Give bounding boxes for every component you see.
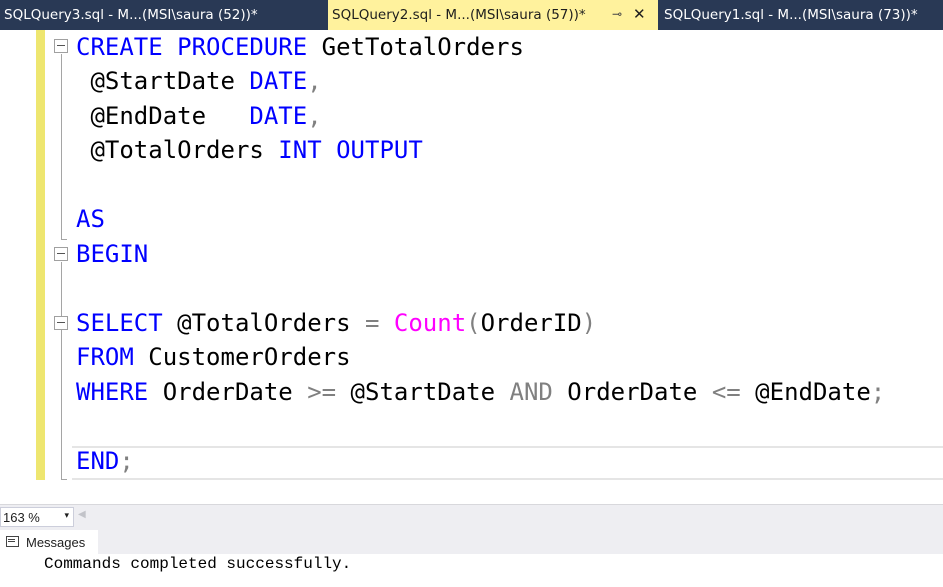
outline-end (61, 239, 67, 240)
operator: = (365, 309, 380, 337)
table-name: CustomerOrders (133, 343, 351, 371)
document-tab-strip: SQLQuery3.sql - M...(MSI\saura (52))* SQ… (0, 0, 943, 30)
keyword: AS (76, 205, 105, 233)
keyword: CREATE PROCEDURE (76, 33, 308, 61)
editor-margin (0, 30, 36, 504)
data-type: INT OUTPUT (278, 136, 423, 164)
parameter: @EndDate (76, 102, 250, 130)
column: OrderDate (148, 378, 308, 406)
semicolon: ; (119, 447, 134, 475)
code-line-13: END; (76, 444, 134, 478)
paren: ( (466, 309, 481, 337)
outline-end (61, 479, 67, 480)
query-editor[interactable]: CREATE PROCEDURE GetTotalOrders @StartDa… (0, 30, 943, 504)
semicolon: ; (870, 378, 886, 406)
collapse-select-icon[interactable] (54, 316, 68, 330)
tab-label: SQLQuery2.sql - M...(MSI\saura (57))* (332, 7, 586, 23)
tab-label: Messages (26, 534, 86, 550)
collapse-begin-icon[interactable] (54, 247, 68, 261)
parameter: @StartDate (76, 67, 250, 95)
comma: , (307, 67, 322, 95)
pin-icon[interactable]: ⊸ (612, 7, 622, 21)
code-line-2: @StartDate DATE, (76, 64, 322, 98)
operator: <= (711, 378, 741, 406)
code-line-11: WHERE OrderDate >= @StartDate AND OrderD… (76, 375, 885, 409)
keyword: WHERE (76, 378, 149, 406)
tab-sqlquery3[interactable]: SQLQuery3.sql - M...(MSI\saura (52))* (0, 0, 326, 30)
procedure-name: GetTotalOrders (307, 33, 524, 61)
change-tracking-bar (36, 30, 45, 480)
message-text: Commands completed successfully. (44, 555, 352, 573)
keyword: SELECT (76, 309, 163, 337)
zoom-dropdown[interactable]: 163 % ▾ (0, 507, 74, 527)
column: OrderID (480, 309, 582, 337)
messages-icon (6, 536, 20, 548)
parameter: @TotalOrders (76, 136, 279, 164)
code-line-9: SELECT @TotalOrders = Count(OrderID) (76, 306, 596, 340)
outline-line (61, 262, 62, 480)
keyword: FROM (76, 343, 134, 371)
variable: @EndDate (740, 378, 871, 406)
code-line-3: @EndDate DATE, (76, 99, 322, 133)
chevron-down-icon: ▾ (64, 510, 69, 520)
code-line-10: FROM CustomerOrders (76, 340, 351, 374)
variable: @StartDate (336, 378, 510, 406)
code-line-1: CREATE PROCEDURE GetTotalOrders (76, 30, 524, 64)
variable: @TotalOrders (162, 309, 365, 337)
scroll-left-icon[interactable]: ◀ (78, 509, 86, 520)
data-type: DATE (249, 102, 308, 130)
collapse-procedure-icon[interactable] (54, 39, 68, 53)
keyword: BEGIN (76, 240, 149, 268)
messages-pane[interactable]: Commands completed successfully. (0, 554, 943, 587)
results-tab-strip: Messages (0, 528, 943, 554)
tab-sqlquery1[interactable]: SQLQuery1.sql - M...(MSI\saura (73))* (660, 0, 943, 30)
tab-label: SQLQuery1.sql - M...(MSI\saura (73))* (664, 7, 918, 23)
code-line-4: @TotalOrders INT OUTPUT (76, 133, 423, 167)
outline-line (61, 54, 62, 240)
tab-messages[interactable]: Messages (0, 530, 98, 554)
tab-label: SQLQuery3.sql - M...(MSI\saura (52))* (4, 7, 258, 23)
operator: AND (509, 378, 553, 406)
zoom-value: 163 % (3, 509, 40, 525)
editor-status-bar: 163 % ▾ ◀ (0, 504, 943, 528)
close-icon[interactable]: ✕ (633, 5, 646, 23)
function: Count (393, 309, 467, 337)
code-line-7: BEGIN (76, 237, 148, 271)
keyword: END (76, 447, 120, 475)
paren: ) (581, 309, 597, 337)
code-line-6: AS (76, 202, 105, 236)
tab-sqlquery2-active[interactable]: SQLQuery2.sql - M...(MSI\saura (57))* ⊸ … (328, 0, 658, 30)
operator: >= (307, 378, 337, 406)
data-type: DATE (249, 67, 308, 95)
comma: , (307, 102, 322, 130)
column: OrderDate (552, 378, 712, 406)
current-line-highlight (72, 446, 943, 480)
